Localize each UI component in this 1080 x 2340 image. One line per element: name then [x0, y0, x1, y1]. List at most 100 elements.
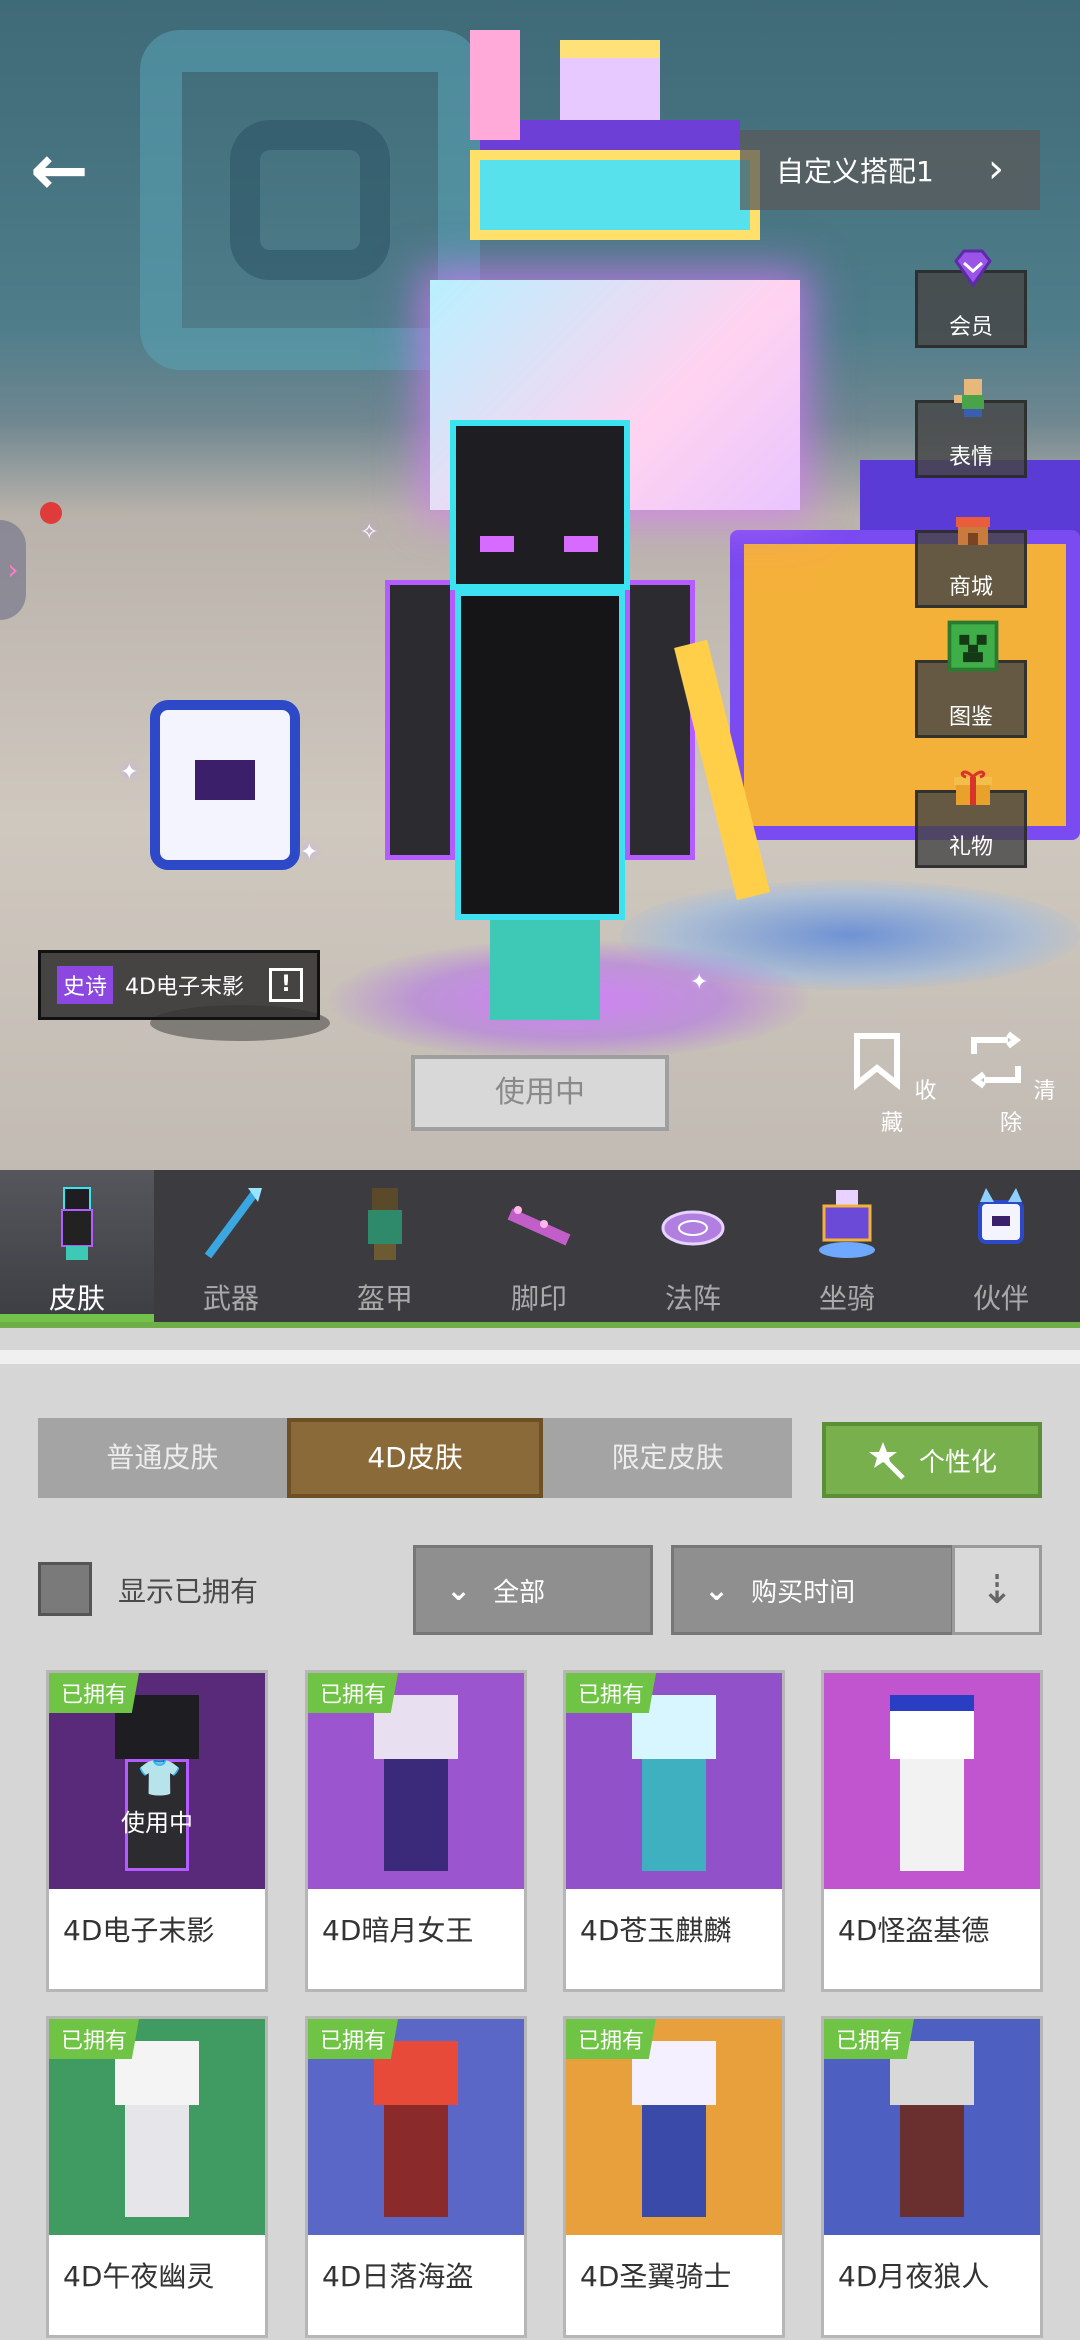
tab-mount[interactable]: 坐骑 — [770, 1170, 924, 1322]
skin-figure — [890, 2041, 974, 2217]
back-button[interactable]: ← — [30, 130, 110, 210]
rarity-badge: 史诗 — [57, 966, 114, 1004]
tab-armor[interactable]: 盔甲 — [308, 1170, 462, 1322]
tab-label: 脚印 — [510, 1282, 567, 1315]
skin-card[interactable]: 已拥有 4D日落海盗 — [305, 2016, 527, 2338]
sparkle-icon: ✦ — [120, 760, 139, 785]
magic-wand-icon — [868, 1442, 905, 1480]
sort-dropdown-value: 购买时间 — [751, 1577, 856, 1608]
sparkle-icon: ✦ — [300, 840, 319, 865]
tab-magic-circle[interactable]: 法阵 — [616, 1170, 770, 1322]
tab-footprint[interactable]: 脚印 — [462, 1170, 616, 1322]
skin-type-selector: 普通皮肤 4D皮肤 限定皮肤 — [38, 1418, 792, 1498]
sort-order-button[interactable]: ⇣ — [952, 1545, 1042, 1635]
segment-limited-skin[interactable]: 限定皮肤 — [543, 1418, 792, 1498]
segment-normal-skin[interactable]: 普通皮肤 — [38, 1418, 287, 1498]
skin-name: 4D圣翼骑士 — [580, 2260, 732, 2293]
show-owned-label: 显示已拥有 — [118, 1575, 259, 1608]
chevron-down-icon: ⌄ — [446, 1572, 472, 1608]
skin-name: 4D暗月女王 — [322, 1914, 474, 1947]
section-divider — [0, 1350, 1080, 1364]
side-menu-label: 会员 — [948, 315, 993, 340]
character-preview[interactable]: ✦ ✦ ✧ ✦ › ← 自定义搭配1 › 会员 表情 商城 图鉴 礼物 史诗 4… — [0, 0, 1080, 1170]
range-dropdown[interactable]: ⌄ 全部 — [413, 1545, 653, 1635]
side-drawer-toggle[interactable]: › — [0, 520, 26, 620]
equipped-skin-name: 4D电子末影 — [125, 975, 244, 1000]
collection-button[interactable]: 图鉴 — [915, 620, 1027, 738]
bookmark-icon — [854, 1033, 901, 1091]
segment-4d-skin[interactable]: 4D皮肤 — [286, 1418, 544, 1498]
character-eye — [480, 536, 514, 552]
shop-button[interactable]: 商城 — [915, 517, 1027, 608]
refresh-icon — [971, 1031, 1022, 1089]
skin-card[interactable]: 已拥有 4D月夜狼人 — [821, 2016, 1043, 2338]
weapon-icon — [204, 1188, 262, 1259]
skin-figure — [115, 2041, 199, 2217]
skin-figure — [374, 2041, 458, 2217]
skin-name: 4D苍玉麒麟 — [580, 1914, 732, 1947]
owned-badge: 已拥有 — [824, 2019, 915, 2059]
vip-button[interactable]: 会员 — [915, 249, 1027, 348]
sparkle-icon: ✧ — [360, 520, 379, 545]
skin-icon — [61, 1187, 93, 1260]
owned-badge: 已拥有 — [566, 1673, 657, 1713]
in-use-label: 使用中 — [121, 1809, 193, 1837]
outfit-label: 自定义搭配1 — [776, 155, 934, 188]
skin-card[interactable]: 已拥有 4D苍玉麒麟 — [563, 1670, 785, 1992]
shirt-icon: 👕 — [137, 1758, 182, 1799]
tab-label: 皮肤 — [48, 1282, 105, 1315]
mini-figure — [470, 30, 520, 140]
owned-badge: 已拥有 — [49, 1673, 140, 1713]
skin-card[interactable]: 已拥有 4D午夜幽灵 — [46, 2016, 268, 2338]
skin-figure — [632, 2041, 716, 2217]
notification-dot — [40, 502, 62, 524]
sort-dropdown[interactable]: ⌄ 购买时间 — [671, 1545, 954, 1635]
tab-label: 武器 — [202, 1282, 259, 1315]
side-menu-label: 商城 — [948, 575, 993, 600]
info-icon[interactable]: ! — [269, 968, 303, 1002]
personalize-label: 个性化 — [918, 1447, 997, 1478]
tab-skin[interactable]: 皮肤 — [0, 1170, 154, 1322]
tab-weapon[interactable]: 武器 — [154, 1170, 308, 1322]
gem-icon — [954, 249, 992, 288]
armor-icon — [368, 1188, 402, 1260]
tab-companion[interactable]: 伙伴 — [924, 1170, 1078, 1322]
side-menu-label: 表情 — [948, 445, 993, 470]
skin-card[interactable]: 已拥有 4D圣翼骑士 — [563, 2016, 785, 2338]
skin-figure — [632, 1695, 716, 1871]
range-dropdown-value: 全部 — [493, 1577, 546, 1608]
outfit-selector[interactable]: 自定义搭配1 › — [740, 130, 1040, 210]
category-tabs: 皮肤 武器 盔甲 脚印 法阵 坐骑 伙伴 — [0, 1170, 1080, 1328]
gift-button[interactable]: 礼物 — [915, 770, 1027, 868]
character-head — [450, 420, 630, 590]
skin-card[interactable]: 已拥有 4D暗月女王 — [305, 1670, 527, 1992]
favorite-button[interactable]: 收藏 — [847, 1030, 937, 1137]
chevron-right-icon: › — [988, 146, 1004, 192]
skin-name: 4D日落海盗 — [322, 2260, 474, 2293]
footprint-icon — [507, 1206, 571, 1246]
skin-card[interactable]: 4D怪盗基德 — [821, 1670, 1043, 1992]
mount-icon — [819, 1190, 875, 1258]
skin-thumbnail — [824, 1673, 1040, 1889]
banner-crown-top — [560, 40, 660, 120]
magic-circle-icon — [661, 1210, 725, 1246]
banner-top — [470, 150, 760, 240]
skin-figure — [890, 1695, 974, 1871]
skin-name: 4D怪盗基德 — [838, 1914, 990, 1947]
show-owned-checkbox[interactable] — [38, 1562, 92, 1616]
character-body — [455, 590, 625, 920]
owned-badge: 已拥有 — [49, 2019, 140, 2059]
emote-button[interactable]: 表情 — [915, 379, 1027, 478]
shop-icon — [956, 517, 990, 545]
clear-button[interactable]: 清除 — [966, 1030, 1056, 1137]
in-use-button[interactable]: 使用中 — [411, 1055, 669, 1131]
gift-icon — [954, 770, 992, 805]
personalize-button[interactable]: 个性化 — [822, 1422, 1042, 1498]
skin-card[interactable]: 👕 使用中 已拥有 4D电子末影 — [46, 1670, 268, 1992]
arrow-left-icon: ← — [30, 129, 89, 211]
owned-badge: 已拥有 — [566, 2019, 657, 2059]
chevron-down-icon: ⌄ — [704, 1572, 730, 1608]
owned-badge: 已拥有 — [308, 2019, 399, 2059]
skin-name: 4D月夜狼人 — [838, 2260, 990, 2293]
skin-name: 4D电子末影 — [63, 1914, 215, 1947]
